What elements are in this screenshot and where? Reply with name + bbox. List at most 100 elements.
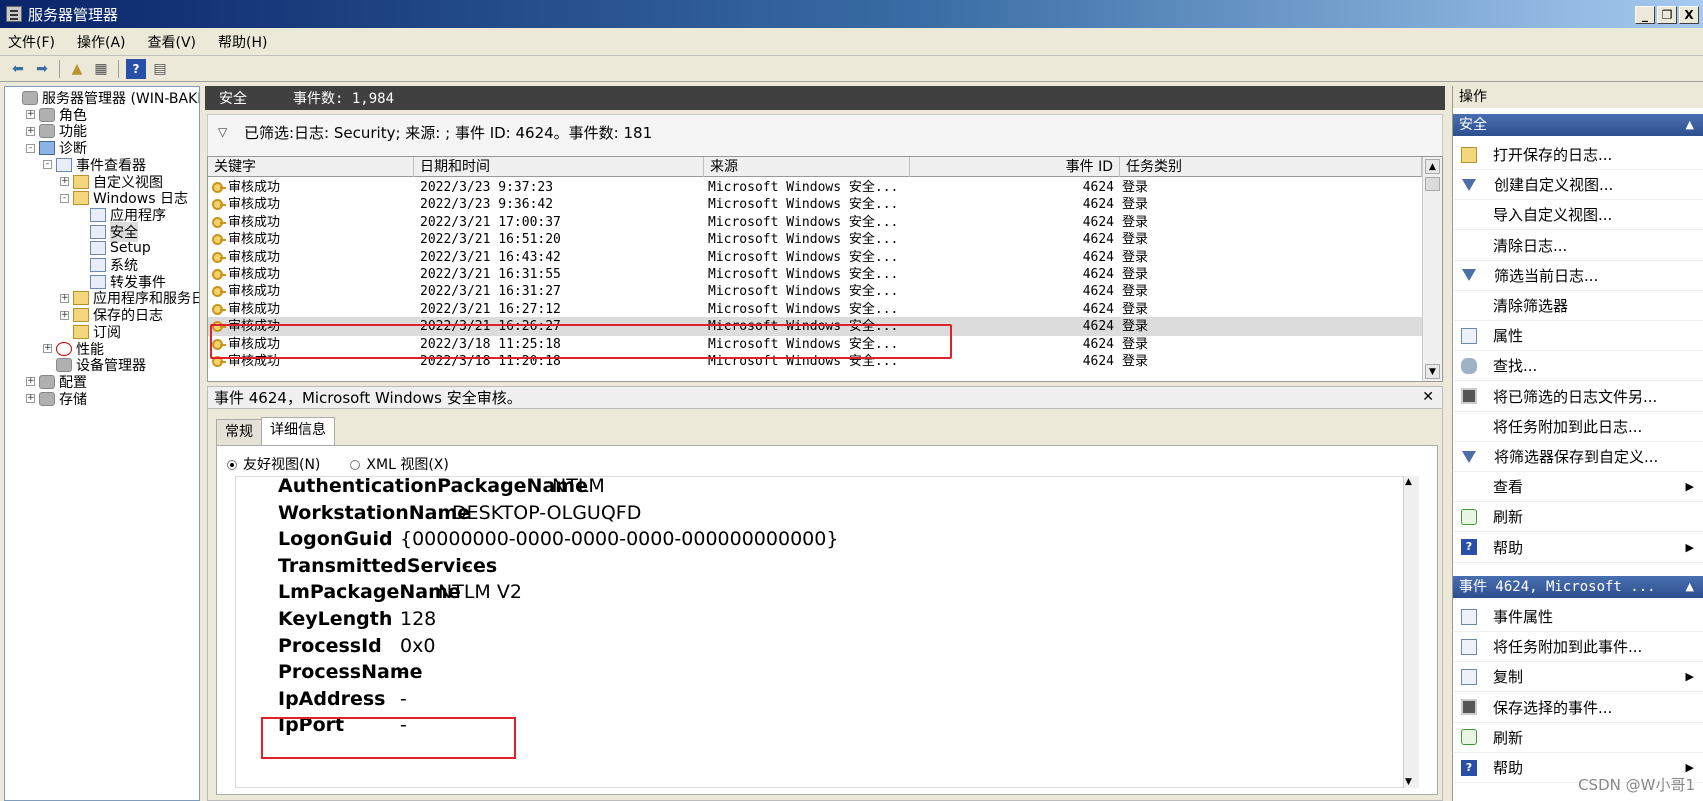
collapse-icon[interactable]: - bbox=[60, 193, 69, 203]
action-item[interactable]: 创建自定义视图... bbox=[1453, 170, 1703, 201]
highlight-ipaddress bbox=[261, 717, 516, 759]
table-row[interactable]: 审核成功 2022/3/21 16:51:20 Microsoft Windows … bbox=[208, 230, 1422, 249]
field-name: KeyLength bbox=[278, 608, 393, 630]
forward-icon[interactable]: ➡ bbox=[32, 59, 52, 79]
menu-action[interactable]: 操作(A) bbox=[77, 32, 126, 52]
log-section-header[interactable]: 安全 ▲ bbox=[1453, 114, 1703, 136]
action-item[interactable]: 导入自定义视图... bbox=[1453, 200, 1703, 231]
audit-key-icon bbox=[212, 269, 226, 280]
tree-node[interactable]: + 存储 bbox=[26, 390, 87, 408]
column-event-id[interactable]: 事件 ID bbox=[910, 157, 1120, 177]
grid-scrollbar[interactable]: ▲ ▼ bbox=[1422, 157, 1442, 381]
expand-icon[interactable]: + bbox=[43, 344, 52, 353]
action-item[interactable]: 属性 bbox=[1453, 321, 1703, 352]
action-label: 将已筛选的日志文件另... bbox=[1493, 387, 1658, 406]
tab-details[interactable]: 详细信息 bbox=[261, 417, 335, 445]
action-item[interactable]: 筛选当前日志... bbox=[1453, 261, 1703, 291]
cell-keyword: 审核成功 bbox=[212, 300, 412, 319]
xml-view-option[interactable]: XML 视图(X) bbox=[350, 454, 449, 474]
action-item[interactable]: 将筛选器保存到自定义... bbox=[1453, 442, 1703, 472]
cell-source: Microsoft Windows 安全... bbox=[708, 213, 908, 232]
column-keyword[interactable]: 关键字 bbox=[208, 157, 414, 177]
cell-keyword-text: 审核成功 bbox=[228, 301, 281, 317]
up-icon[interactable]: ▲ bbox=[67, 59, 87, 79]
audit-key-icon bbox=[212, 182, 226, 193]
cell-event-id-text: 4624 bbox=[1082, 267, 1114, 282]
tab-general[interactable]: 常规 bbox=[216, 419, 262, 445]
action-item[interactable]: 将任务附加到此事件... bbox=[1453, 632, 1703, 663]
action-item[interactable]: 查看 ▶ bbox=[1453, 472, 1703, 503]
action-item[interactable]: 将已筛选的日志文件另... bbox=[1453, 382, 1703, 412]
detail-scrollbar[interactable]: ▲ ▼ bbox=[1403, 476, 1419, 788]
table-row[interactable]: 审核成功 2022/3/21 16:31:27 Microsoft Windows … bbox=[208, 282, 1422, 301]
maximize-button[interactable]: ❐ bbox=[1657, 6, 1677, 24]
action-item[interactable]: 刷新 bbox=[1453, 723, 1703, 753]
audit-key-icon bbox=[212, 303, 226, 315]
cell-keyword: 审核成功 bbox=[212, 248, 412, 267]
cell-event-id-text: 4624 bbox=[1082, 197, 1114, 213]
column-datetime[interactable]: 日期和时间 bbox=[414, 157, 704, 177]
folder-icon bbox=[73, 308, 89, 323]
action-item[interactable]: 保存选择的事件... bbox=[1453, 693, 1703, 723]
column-task-category[interactable]: 任务类别 bbox=[1120, 157, 1422, 177]
action-item[interactable]: 清除日志... bbox=[1453, 231, 1703, 261]
expand-icon[interactable]: + bbox=[60, 310, 69, 320]
expand-icon[interactable]: + bbox=[60, 293, 69, 303]
friendly-view-option[interactable]: 友好视图(N) bbox=[227, 454, 320, 474]
table-row[interactable]: 审核成功 2022/3/23 9:37:23 Microsoft Windows 安… bbox=[208, 178, 1422, 197]
cell-source-text: Microsoft Windows 安全... bbox=[708, 214, 899, 230]
toolbar-separator bbox=[118, 59, 119, 78]
collapse-caret-icon[interactable]: ▲ bbox=[1686, 114, 1694, 136]
expand-icon[interactable]: + bbox=[60, 177, 69, 186]
scroll-down-icon[interactable]: ▼ bbox=[1405, 777, 1412, 787]
cell-keyword-text: 审核成功 bbox=[228, 197, 281, 213]
event-field: ProcessId 0x0 bbox=[278, 635, 435, 661]
funnel-icon bbox=[1462, 450, 1476, 463]
scroll-down-icon[interactable]: ▼ bbox=[1425, 364, 1440, 379]
table-row[interactable]: 审核成功 2022/3/23 9:36:42 Microsoft Windows 安… bbox=[208, 195, 1422, 214]
minimize-button[interactable]: _ bbox=[1635, 6, 1655, 24]
expand-icon[interactable]: + bbox=[26, 394, 35, 404]
collapse-icon[interactable]: - bbox=[26, 143, 35, 153]
expand-icon[interactable]: + bbox=[26, 110, 35, 120]
show-tree-icon[interactable]: ▦ bbox=[91, 59, 111, 79]
close-button[interactable]: X bbox=[1679, 6, 1699, 24]
cell-keyword-text: 审核成功 bbox=[228, 214, 281, 230]
column-source[interactable]: 来源 bbox=[704, 157, 910, 177]
scroll-up-icon[interactable]: ▲ bbox=[1425, 159, 1440, 174]
back-icon[interactable]: ⬅ bbox=[8, 59, 28, 79]
scroll-up-icon[interactable]: ▲ bbox=[1405, 477, 1412, 487]
table-row[interactable]: 审核成功 2022/3/21 16:31:55 Microsoft Windows … bbox=[208, 265, 1422, 284]
actions-title: 操作 bbox=[1453, 86, 1703, 108]
table-row[interactable]: 审核成功 2022/3/21 17:00:37 Microsoft Windows … bbox=[208, 213, 1422, 232]
action-item[interactable]: 清除筛选器 bbox=[1453, 291, 1703, 321]
event-field: WorkstationName DESKTOP-OLGUQFD bbox=[278, 502, 641, 528]
field-value: - bbox=[464, 554, 471, 577]
action-item[interactable]: 查找... bbox=[1453, 351, 1703, 382]
expand-icon[interactable]: + bbox=[26, 126, 35, 136]
tree-node[interactable]: 安全 bbox=[77, 221, 138, 242]
action-item[interactable]: 复制 ▶ bbox=[1453, 662, 1703, 693]
menu-view[interactable]: 查看(V) bbox=[148, 32, 197, 52]
scroll-thumb[interactable] bbox=[1425, 177, 1440, 191]
table-row[interactable]: 审核成功 2022/3/21 16:43:42 Microsoft Windows … bbox=[208, 248, 1422, 267]
expand-icon[interactable]: + bbox=[26, 377, 35, 387]
close-icon[interactable]: ✕ bbox=[1422, 389, 1434, 405]
action-item[interactable]: ? 帮助 ▶ bbox=[1453, 533, 1703, 563]
cell-datetime: 2022/3/23 9:37:23 bbox=[420, 178, 704, 197]
action-item[interactable]: 刷新 bbox=[1453, 502, 1703, 533]
properties-icon[interactable]: ▤ bbox=[150, 59, 170, 79]
action-item[interactable]: 打开保存的日志... bbox=[1453, 140, 1703, 170]
menu-help[interactable]: 帮助(H) bbox=[218, 32, 267, 52]
tree-node[interactable]: 服务器管理器 (WIN-BAKD bbox=[9, 89, 199, 107]
action-item[interactable]: 事件属性 bbox=[1453, 602, 1703, 632]
cell-task-category-text: 登录 bbox=[1122, 301, 1149, 317]
help-icon[interactable]: ? bbox=[126, 58, 146, 79]
menu-file[interactable]: 文件(F) bbox=[8, 32, 55, 52]
event-section-header[interactable]: 事件 4624, Microsoft ... ▲ bbox=[1453, 576, 1703, 598]
collapse-caret-icon[interactable]: ▲ bbox=[1686, 576, 1694, 598]
action-label: 清除日志... bbox=[1493, 236, 1568, 255]
action-item[interactable]: 将任务附加到此日志... bbox=[1453, 412, 1703, 442]
table-row[interactable]: 审核成功 2022/3/21 16:27:12 Microsoft Windows … bbox=[208, 300, 1422, 319]
collapse-icon[interactable]: - bbox=[43, 160, 52, 170]
